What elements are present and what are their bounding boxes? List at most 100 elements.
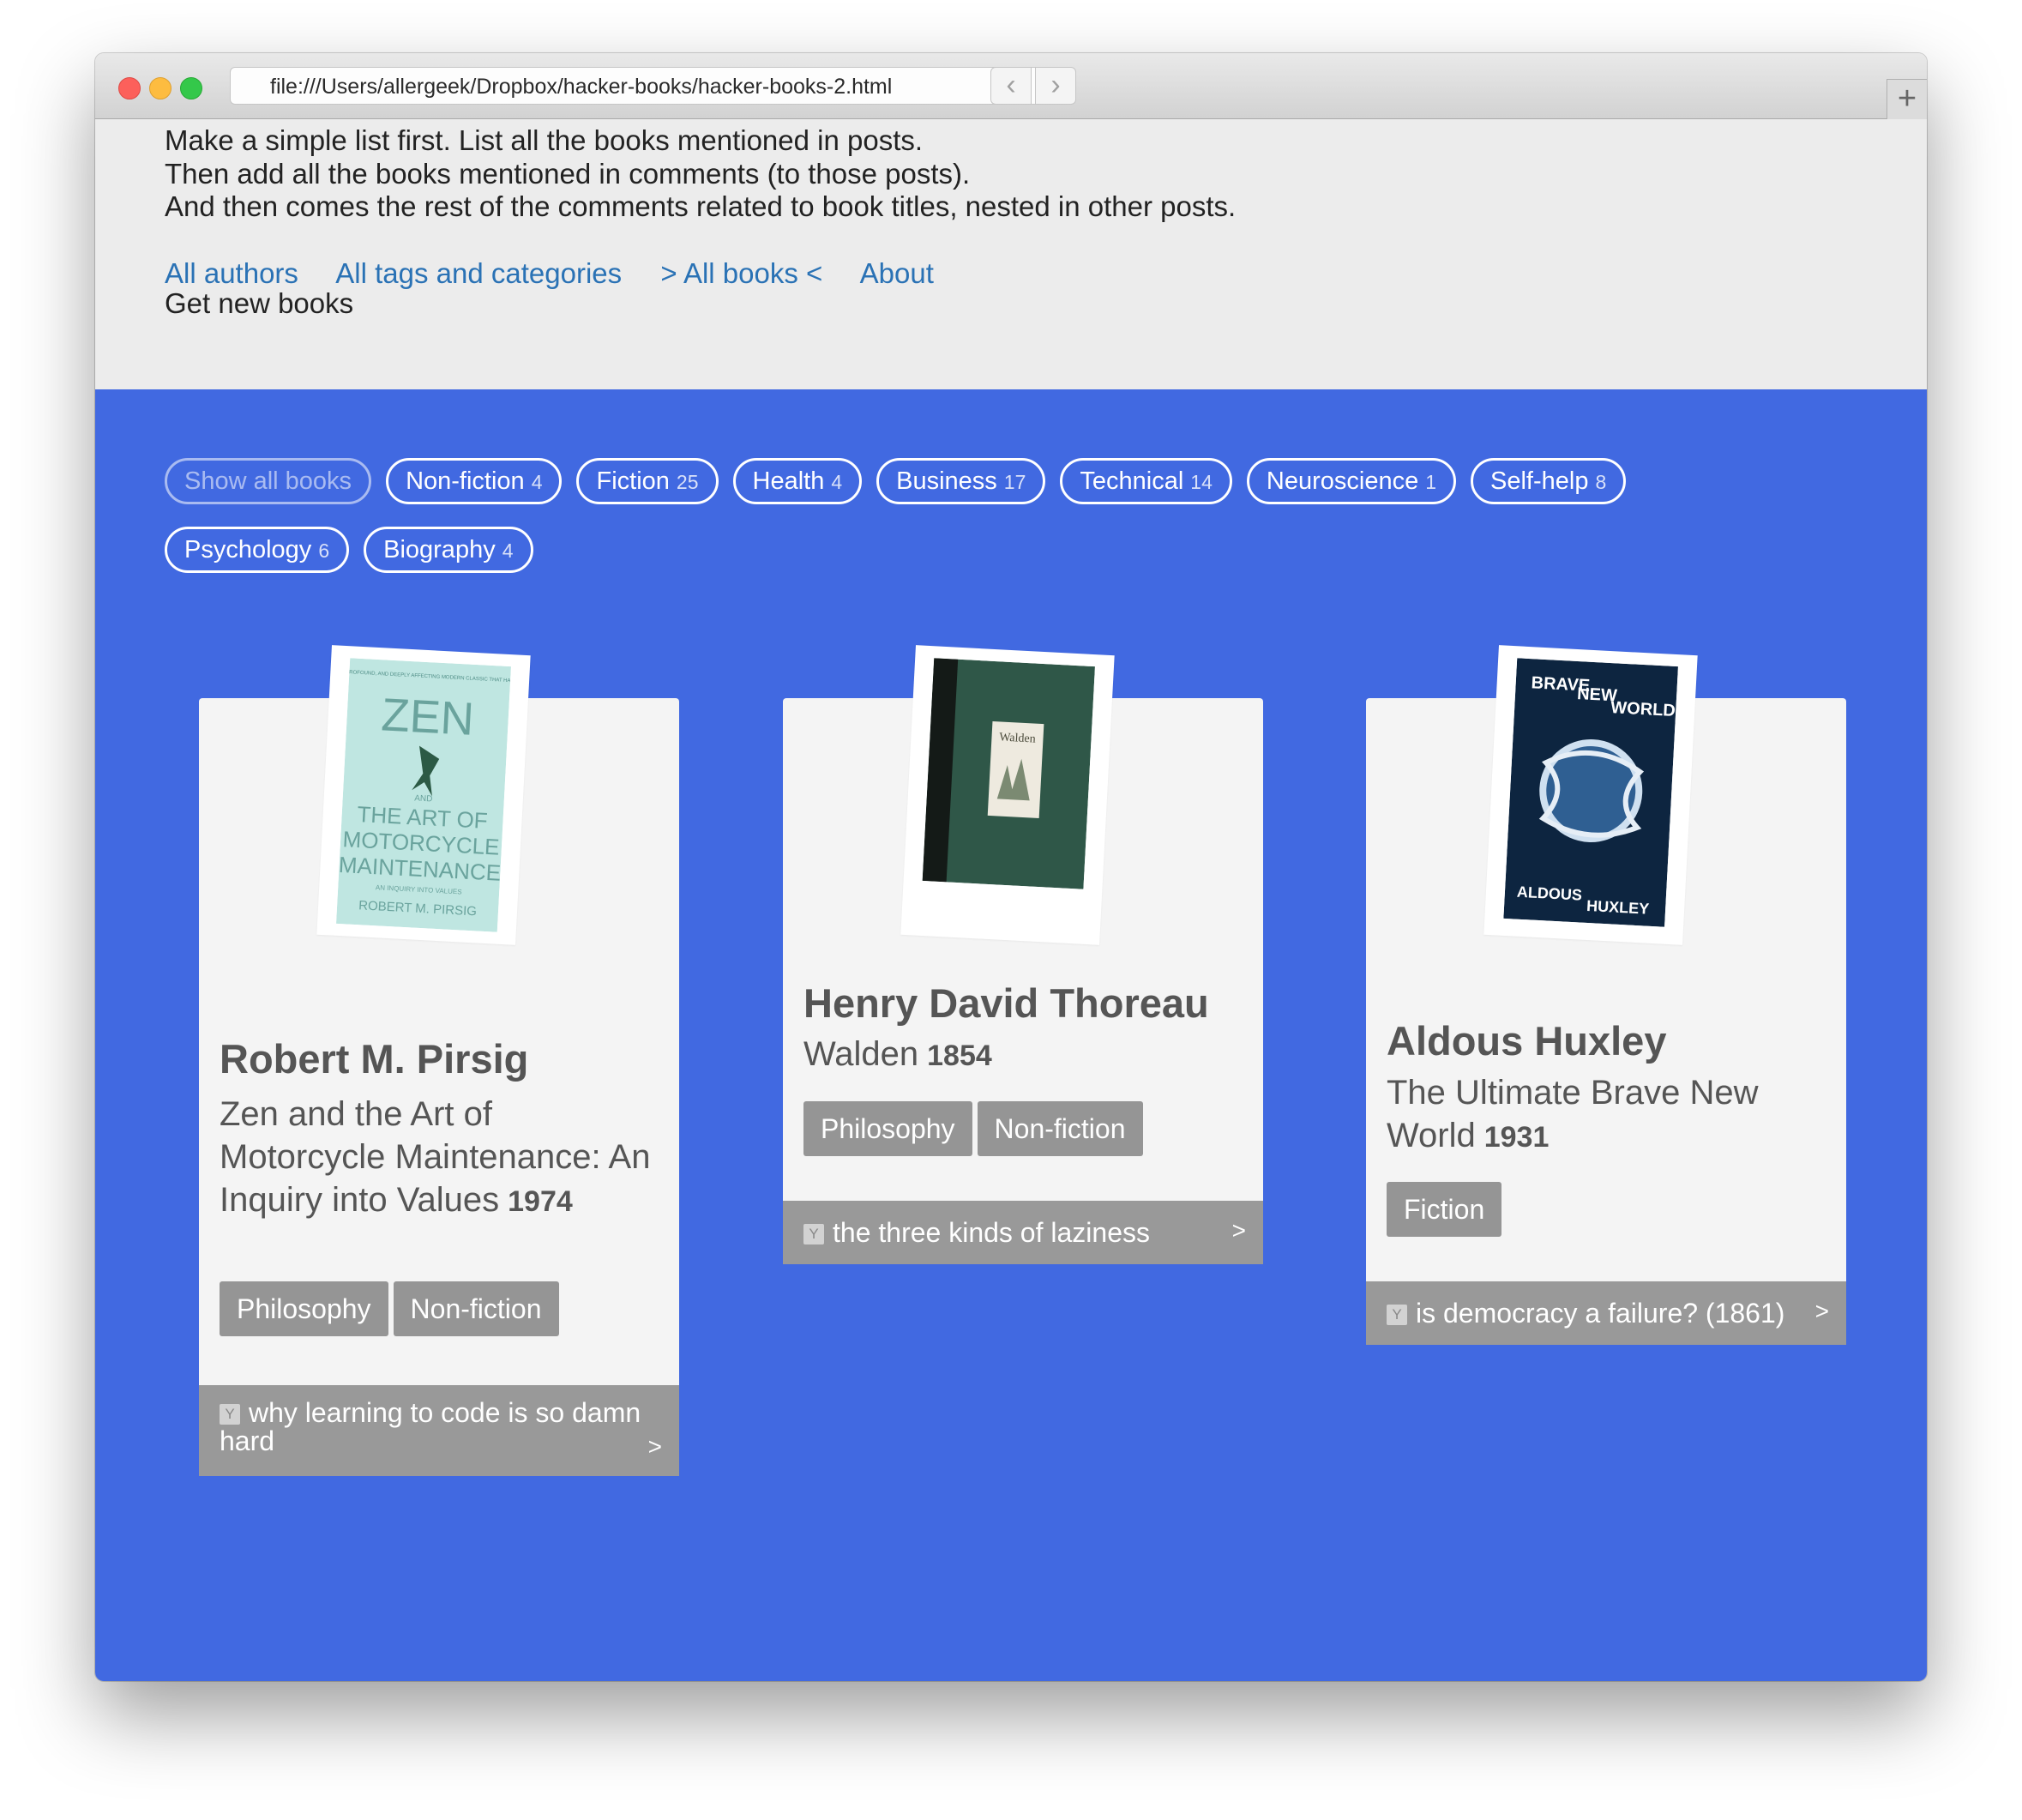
- arrow-right-icon: >: [1231, 1217, 1246, 1244]
- plus-icon: +: [1897, 81, 1917, 117]
- new-tab-button[interactable]: +: [1887, 79, 1927, 119]
- book-title-text: Walden: [803, 1035, 919, 1073]
- book-year: 1974: [508, 1185, 573, 1218]
- filter-self-help[interactable]: Self-help 8: [1471, 458, 1627, 504]
- filter-label: Show all books: [184, 467, 352, 495]
- filter-count: 8: [1595, 471, 1607, 493]
- cover-author-word: ALDOUS: [1516, 883, 1582, 904]
- address-bar[interactable]: file:///Users/allergeek/Dropbox/hacker-b…: [230, 67, 1070, 105]
- hn-discussion-link[interactable]: Yis democracy a failure? (1861) >: [1366, 1281, 1846, 1345]
- filter-count: 25: [676, 471, 699, 493]
- cover-walden-image: Walden: [922, 658, 1095, 889]
- hn-link-text: the three kinds of laziness: [833, 1217, 1150, 1248]
- filter-label: Health: [752, 467, 825, 495]
- cover-title: Walden: [999, 731, 1036, 745]
- filter-label: Business: [896, 467, 997, 495]
- cover-and: AND: [414, 793, 433, 804]
- page-content: Make a simple list first. List all the b…: [95, 119, 1927, 1681]
- nav-all-books[interactable]: > All books <: [660, 257, 822, 289]
- filter-count: 4: [831, 471, 843, 493]
- arrow-right-icon: >: [1814, 1298, 1829, 1324]
- arrow-right-icon: >: [647, 1433, 662, 1460]
- filter-count: 14: [1190, 471, 1213, 493]
- filter-label: Non-fiction: [406, 467, 525, 495]
- filter-count: 6: [318, 539, 330, 562]
- close-window-button[interactable]: [118, 77, 141, 99]
- cover-zen-image: THE PROVOCATIVE, PROFOUND, AND DEEPLY AF…: [336, 658, 511, 932]
- book-author: Aldous Huxley: [1387, 1018, 1667, 1064]
- book-title-text: The Ultimate Brave New World: [1387, 1074, 1759, 1154]
- book-card[interactable]: BRAVE NEW WORLD ALDOUS HUXLEY Aldous Hux…: [1366, 645, 1846, 1345]
- book-cover: Walden: [900, 645, 1115, 945]
- tag-non-fiction[interactable]: Non-fiction: [977, 1101, 1143, 1156]
- tag-philosophy[interactable]: Philosophy: [803, 1101, 972, 1156]
- book-author: Henry David Thoreau: [803, 980, 1209, 1026]
- intro-line: Make a simple list first. List all the b…: [165, 124, 924, 156]
- filter-label: Self-help: [1490, 467, 1589, 495]
- intro-line: Then add all the books mentioned in comm…: [165, 157, 971, 190]
- browser-window: file:///Users/allergeek/Dropbox/hacker-b…: [95, 53, 1927, 1681]
- hn-discussion-link[interactable]: Ywhy learning to code is so damn hard >: [199, 1385, 679, 1476]
- book-cover: THE PROVOCATIVE, PROFOUND, AND DEEPLY AF…: [316, 645, 531, 945]
- tag-philosophy[interactable]: Philosophy: [220, 1281, 388, 1336]
- cover-zen: ZEN: [380, 689, 475, 745]
- book-title: Zen and the Art of Motorcycle Maintenanc…: [220, 1093, 665, 1223]
- filter-psychology[interactable]: Psychology 6: [165, 527, 350, 573]
- url-text: file:///Users/allergeek/Dropbox/hacker-b…: [270, 75, 893, 99]
- filter-biography[interactable]: Biography 4: [364, 527, 533, 573]
- y-combinator-icon: Y: [1387, 1305, 1407, 1325]
- filter-count: 4: [502, 539, 514, 562]
- filter-show-all[interactable]: Show all books: [165, 458, 372, 504]
- tag-fiction[interactable]: Fiction: [1387, 1182, 1502, 1237]
- minimize-window-button[interactable]: [149, 77, 172, 99]
- tag-non-fiction[interactable]: Non-fiction: [393, 1281, 559, 1336]
- nav-about[interactable]: About: [860, 257, 934, 289]
- cover-author-word: HUXLEY: [1586, 897, 1650, 918]
- filter-health[interactable]: Health 4: [732, 458, 863, 504]
- books-section: Show all books Non-fiction 4 Fiction 25 Healt…: [95, 389, 1927, 1681]
- book-tags: Philosophy Non-fiction: [803, 1101, 1148, 1156]
- nav-all-authors[interactable]: All authors: [165, 257, 298, 289]
- filter-technical[interactable]: Technical 14: [1060, 458, 1232, 504]
- filter-count: 4: [531, 471, 543, 493]
- book-tags: Fiction: [1387, 1182, 1507, 1237]
- intro-line: And then comes the rest of the comments …: [165, 190, 1237, 222]
- y-combinator-icon: Y: [803, 1224, 824, 1244]
- book-tags: Philosophy Non-fiction: [220, 1281, 564, 1336]
- filter-non-fiction[interactable]: Non-fiction 4: [386, 458, 563, 504]
- filter-count: 17: [1003, 471, 1026, 493]
- hn-link-text: is democracy a failure? (1861): [1416, 1298, 1785, 1329]
- filter-neuroscience[interactable]: Neuroscience 1: [1246, 458, 1457, 504]
- cover-brave-new-world-image: BRAVE NEW WORLD ALDOUS HUXLEY: [1503, 658, 1678, 927]
- book-cover: BRAVE NEW WORLD ALDOUS HUXLEY: [1483, 645, 1698, 945]
- filter-label: Fiction: [596, 467, 670, 495]
- filter-fiction[interactable]: Fiction 25: [576, 458, 719, 504]
- back-button[interactable]: ‹: [990, 67, 1032, 105]
- chevron-right-icon: ›: [1050, 69, 1061, 101]
- main-nav: All authors All tags and categories > Al…: [165, 257, 965, 290]
- cover-title-word: WORLD: [1610, 698, 1676, 720]
- book-title-text: Zen and the Art of Motorcycle Maintenanc…: [220, 1095, 651, 1219]
- filter-business[interactable]: Business 17: [876, 458, 1046, 504]
- book-card[interactable]: Walden Henry David Thoreau Walden 1854 Ph…: [783, 645, 1263, 1264]
- get-new-books: Get new books: [165, 287, 354, 319]
- chevron-left-icon: ‹: [1006, 69, 1016, 101]
- hn-discussion-link[interactable]: Ythe three kinds of laziness >: [783, 1201, 1263, 1264]
- book-year: 1931: [1483, 1121, 1550, 1154]
- book-title: The Ultimate Brave New World 1931: [1387, 1071, 1832, 1159]
- hn-link-text: why learning to code is so damn hard: [220, 1397, 641, 1456]
- page-header: Make a simple list first. List all the b…: [95, 119, 1927, 389]
- y-combinator-icon: Y: [220, 1404, 240, 1425]
- category-filters: Show all books Non-fiction 4 Fiction 25 Healt…: [165, 458, 1794, 595]
- book-title: Walden 1854: [803, 1033, 1249, 1077]
- forward-button[interactable]: ›: [1035, 67, 1076, 105]
- filter-label: Psychology: [184, 536, 312, 563]
- book-author: Robert M. Pirsig: [220, 1036, 529, 1082]
- nav-all-tags[interactable]: All tags and categories: [335, 257, 622, 289]
- filter-count: 1: [1425, 471, 1437, 493]
- book-card[interactable]: THE PROVOCATIVE, PROFOUND, AND DEEPLY AF…: [199, 645, 679, 1476]
- filter-label: Biography: [383, 536, 496, 563]
- filter-label: Technical: [1080, 467, 1184, 495]
- zoom-window-button[interactable]: [180, 77, 202, 99]
- filter-label: Neuroscience: [1266, 467, 1419, 495]
